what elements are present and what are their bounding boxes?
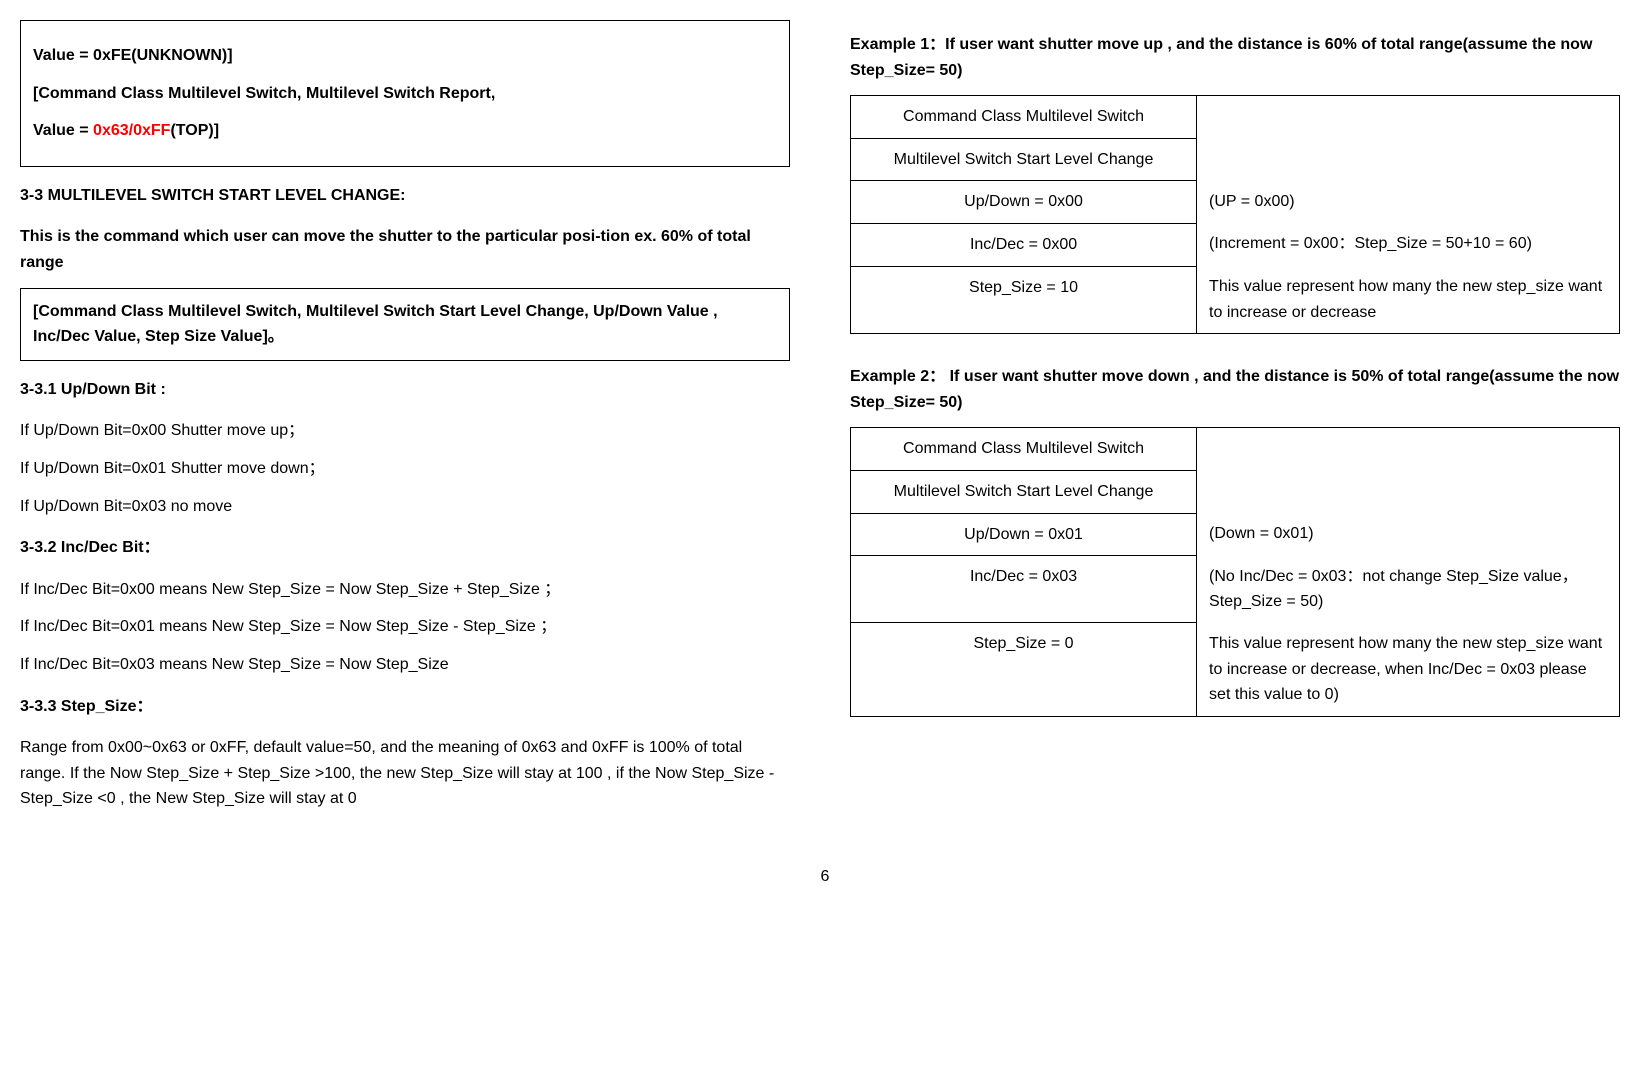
ex2-r1l: Command Class Multilevel Switch	[851, 428, 1197, 471]
ex1-r4r: (Increment = 0x00：Step_Size = 50+10 = 60…	[1197, 223, 1620, 266]
table-row: Step_Size = 10 This value represent how …	[851, 266, 1620, 334]
ex1-r3l: Up/Down = 0x00	[851, 181, 1197, 224]
table-row: Multilevel Switch Start Level Change	[851, 471, 1620, 514]
ex1-r1r	[1197, 96, 1620, 139]
table-row: Command Class Multilevel Switch	[851, 96, 1620, 139]
ex1-r4l: Inc/Dec = 0x00	[851, 223, 1197, 266]
table-row: Multilevel Switch Start Level Change	[851, 138, 1620, 181]
ex1-r1l: Command Class Multilevel Switch	[851, 96, 1197, 139]
ex2-r4l: Inc/Dec = 0x03	[851, 556, 1197, 623]
ex1-r5r: This value represent how many the new st…	[1197, 266, 1620, 334]
ex2-r1r	[1197, 428, 1620, 471]
box1-line3-suffix: (TOP)]	[170, 122, 219, 139]
section-3-3-2-title: 3-3.2 Inc/Dec Bit：	[20, 535, 790, 561]
section-3-3-1-title: 3-3.1 Up/Down Bit :	[20, 377, 790, 403]
table-row: Inc/Dec = 0x00 (Increment = 0x00：Step_Si…	[851, 223, 1620, 266]
ex2-r4r: (No Inc/Dec = 0x03：not change Step_Size …	[1197, 556, 1620, 623]
box1-line3: Value = 0x63/0xFF(TOP)]	[33, 118, 777, 144]
table-row: Up/Down = 0x01 (Down = 0x01)	[851, 513, 1620, 556]
sub331-line3: If Up/Down Bit=0x03 no move	[20, 494, 790, 520]
section-3-3-title: 3-3 MULTILEVEL SWITCH START LEVEL CHANGE…	[20, 183, 790, 209]
example-2-title: Example 2： If user want shutter move dow…	[850, 364, 1620, 415]
section-3-3-3-title: 3-3.3 Step_Size：	[20, 694, 790, 720]
right-column: Example 1：If user want shutter move up ,…	[850, 20, 1620, 824]
ex2-r2l: Multilevel Switch Start Level Change	[851, 471, 1197, 514]
example-1-title: Example 1：If user want shutter move up ,…	[850, 32, 1620, 83]
example-2-table: Command Class Multilevel Switch Multilev…	[850, 427, 1620, 716]
sub331-line1: If Up/Down Bit=0x00 Shutter move up；	[20, 418, 790, 444]
box1-line2: [Command Class Multilevel Switch, Multil…	[33, 81, 777, 107]
table-row: Command Class Multilevel Switch	[851, 428, 1620, 471]
ex2-r5l: Step_Size = 0	[851, 623, 1197, 716]
ex1-r5l: Step_Size = 10	[851, 266, 1197, 334]
box1-line3-prefix: Value =	[33, 122, 93, 139]
sub332-line3: If Inc/Dec Bit=0x03 means New Step_Size …	[20, 652, 790, 678]
section-3-3-intro: This is the command which user can move …	[20, 224, 790, 275]
ex1-r2l: Multilevel Switch Start Level Change	[851, 138, 1197, 181]
box1-line1: Value = 0xFE(UNKNOWN)]	[33, 43, 777, 69]
box1-line3-red: 0x63/0xFF	[93, 122, 170, 139]
sub333-text: Range from 0x00~0x63 or 0xFF, default va…	[20, 735, 790, 812]
sub331-line2: If Up/Down Bit=0x01 Shutter move down；	[20, 456, 790, 482]
page-number: 6	[20, 864, 1630, 890]
box2-line1: [Command Class Multilevel Switch, Multil…	[33, 299, 777, 350]
table-row: Up/Down = 0x00 (UP = 0x00)	[851, 181, 1620, 224]
page-content: Value = 0xFE(UNKNOWN)] [Command Class Mu…	[20, 20, 1620, 824]
ex1-r3r: (UP = 0x00)	[1197, 181, 1620, 224]
box-command-format: [Command Class Multilevel Switch, Multil…	[20, 288, 790, 361]
left-column: Value = 0xFE(UNKNOWN)] [Command Class Mu…	[20, 20, 790, 824]
table-row: Inc/Dec = 0x03 (No Inc/Dec = 0x03：not ch…	[851, 556, 1620, 623]
sub332-line1: If Inc/Dec Bit=0x00 means New Step_Size …	[20, 577, 790, 603]
sub332-line2: If Inc/Dec Bit=0x01 means New Step_Size …	[20, 614, 790, 640]
ex2-r3r: (Down = 0x01)	[1197, 513, 1620, 556]
ex2-r3l: Up/Down = 0x01	[851, 513, 1197, 556]
table-row: Step_Size = 0 This value represent how m…	[851, 623, 1620, 716]
ex2-r2r	[1197, 471, 1620, 514]
example-1-table: Command Class Multilevel Switch Multilev…	[850, 95, 1620, 334]
box-value-report: Value = 0xFE(UNKNOWN)] [Command Class Mu…	[20, 20, 790, 167]
ex1-r2r	[1197, 138, 1620, 181]
ex2-r5r: This value represent how many the new st…	[1197, 623, 1620, 716]
